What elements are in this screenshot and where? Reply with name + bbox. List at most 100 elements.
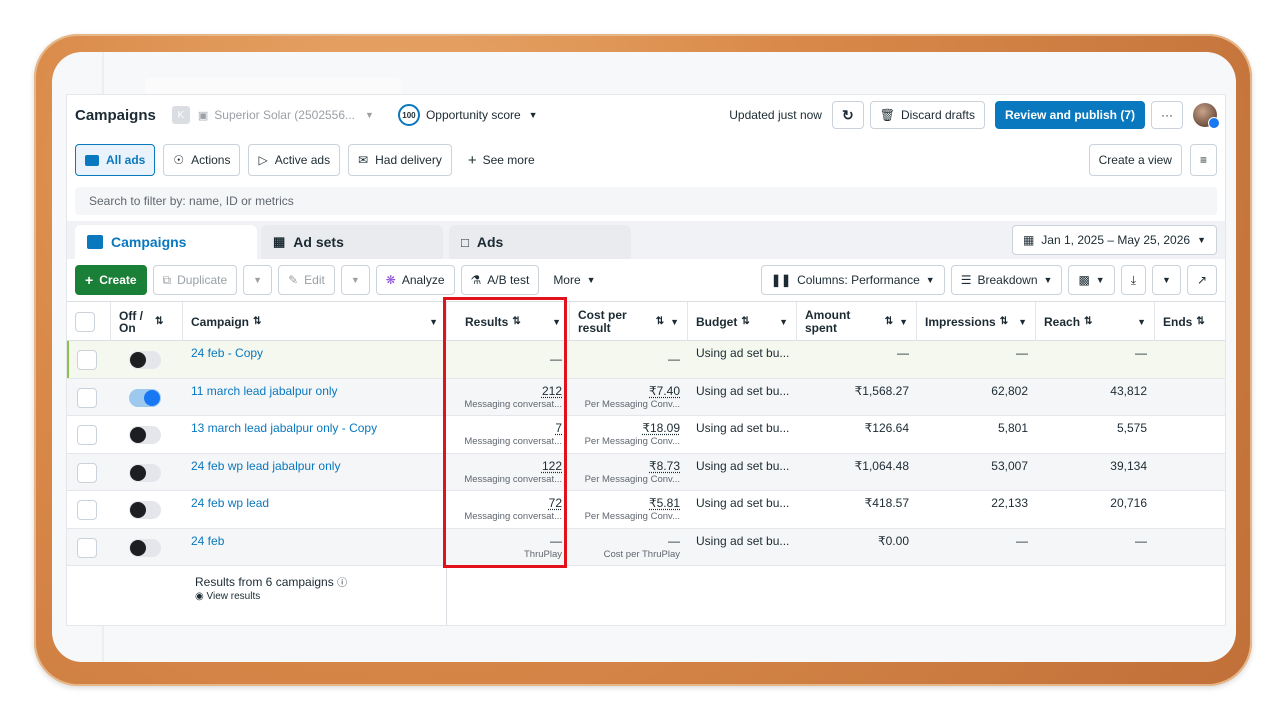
filter-settings-button[interactable]: ≡ [1189, 144, 1217, 176]
table-row[interactable]: 24 feb wp lead jabalpur only 122 Messaging… [67, 453, 1226, 491]
review-publish-button[interactable]: Review and publish (7) [994, 101, 1145, 129]
tab-campaigns[interactable]: Campaigns [75, 225, 257, 259]
export-dropdown[interactable]: ▼ [1152, 265, 1181, 295]
campaign-link[interactable]: 24 feb [191, 534, 439, 548]
spent-cell: ₹418.57 [797, 491, 917, 528]
filter-actions[interactable]: ☉ Actions [163, 144, 241, 176]
filter-all-ads-label: All ads [106, 153, 146, 167]
delivery-toggle[interactable] [129, 463, 161, 482]
filter-active-ads[interactable]: ▷ Active ads [248, 144, 341, 176]
search-input[interactable]: Search to filter by: name, ID or metrics [75, 187, 1217, 215]
row-checkbox[interactable] [77, 425, 97, 445]
results-summary: Results from 6 campaigns ⓘ [195, 574, 347, 589]
row-checkbox[interactable] [77, 500, 97, 520]
row-checkbox[interactable] [77, 350, 97, 370]
gauge-icon: ☉ [173, 153, 185, 167]
budget-value: Using ad set bu... [696, 421, 790, 435]
create-button[interactable]: + Create [75, 265, 147, 295]
export-button[interactable]: ⤓ [1120, 265, 1147, 295]
info-icon[interactable]: ⓘ [337, 578, 347, 589]
tab-ad-sets-label: Ad sets [293, 234, 344, 250]
impressions-cell: — [917, 529, 1036, 566]
avatar[interactable] [1193, 103, 1220, 129]
delivery-toggle[interactable] [129, 388, 161, 407]
more-button[interactable]: More ▼ [545, 264, 603, 296]
discard-drafts-button[interactable]: 🗑 Discard drafts [869, 101, 985, 129]
col-results[interactable]: Results ⇅ ▼ [447, 302, 570, 341]
duplicate-dropdown[interactable]: ▼ [243, 265, 273, 295]
table-row[interactable]: 24 feb wp lead 72 Messaging conversat... ₹5… [67, 491, 1225, 529]
spent-cell: ₹1,064.48 [797, 454, 917, 491]
reach-value: 43,812 [1110, 383, 1147, 398]
campaign-link[interactable]: 24 feb - Copy [191, 346, 439, 360]
col-reach[interactable]: Reach ⇅ ▼ [1036, 302, 1155, 341]
table-row[interactable]: 24 feb - Copy — — Using ad set bu... — — — Ongo… [67, 341, 1225, 379]
more-options-button[interactable]: ··· [1151, 101, 1183, 129]
campaign-link[interactable]: 11 march lead jabalpur only [191, 384, 439, 398]
chart-toggle-button[interactable]: ↗ [1186, 265, 1217, 295]
row-checkbox[interactable] [77, 462, 97, 483]
col-off-on[interactable]: Off / On ⇅ [111, 302, 183, 341]
ab-test-button[interactable]: ⚗ A/B test [460, 265, 540, 295]
eye-icon: ◉ [195, 591, 204, 602]
col-impressions[interactable]: Impressions ⇅ ▼ [917, 302, 1036, 341]
grid-icon: ▦ [273, 234, 286, 249]
col-cost-per-result[interactable]: Cost per result ⇅ ▼ [570, 302, 688, 341]
columns-button[interactable]: ❚❚ Columns: Performance ▼ [760, 265, 945, 295]
screen: Campaigns K ▣ Superior Solar (2502556...… [52, 52, 1236, 662]
reach-value: 5,575 [1116, 421, 1147, 435]
analyze-button[interactable]: ❋ Analyze [375, 265, 455, 295]
row-checkbox[interactable] [77, 537, 97, 558]
tab-ad-sets[interactable]: ▦ Ad sets [261, 225, 443, 259]
col-amount-spent[interactable]: Amount spent ⇅ ▼ [797, 302, 917, 341]
tab-ads[interactable]: □ Ads [449, 225, 631, 259]
reach-cell: 43,812 [1036, 379, 1155, 416]
view-results-link[interactable]: ◉ View results [195, 591, 260, 602]
ends-value: Ongoi [1225, 459, 1226, 473]
sort-icon: ⇅ [1196, 316, 1205, 327]
delivery-toggle[interactable] [129, 501, 161, 519]
header: Campaigns K ▣ Superior Solar (2502556...… [67, 95, 1225, 135]
campaign-link[interactable]: 24 feb wp lead jabalpur only [191, 459, 439, 473]
spent-value: ₹126.64 [864, 421, 909, 435]
refresh-button[interactable]: ↻ [831, 101, 864, 129]
breakdown-label: Breakdown [977, 273, 1038, 287]
col-ends[interactable]: Ends ⇅ [1155, 302, 1225, 341]
col-budget[interactable]: Budget ⇅ ▼ [688, 302, 797, 341]
reports-button[interactable]: ▩ ▼ [1068, 265, 1115, 295]
delivery-toggle[interactable] [129, 351, 161, 369]
create-view-button[interactable]: Create a view [1088, 144, 1182, 176]
select-all-checkbox[interactable] [75, 311, 95, 332]
filter-had-delivery[interactable]: ✉ Had delivery [348, 144, 452, 176]
budget-value: Using ad set bu... [696, 383, 790, 398]
sliders-icon: ≡ [1199, 153, 1207, 167]
delivery-toggle[interactable] [129, 426, 161, 444]
toggle-knob [130, 352, 146, 368]
reach-cell: 39,134 [1036, 454, 1155, 491]
duplicate-button[interactable]: ⧉ Duplicate [152, 265, 238, 295]
edit-dropdown[interactable]: ▼ [340, 265, 370, 295]
cost-per-result-value: ₹8.73 [649, 458, 680, 473]
account-selector[interactable]: K ▣ Superior Solar (2502556... ▼ [166, 101, 380, 129]
budget-cell: Using ad set bu... [688, 416, 797, 453]
row-checkbox[interactable] [77, 387, 97, 408]
impressions-value: 53,007 [991, 458, 1028, 473]
table-row[interactable]: 13 march lead jabalpur only - Copy 7 Messa… [67, 416, 1225, 454]
see-more-button[interactable]: + See more [460, 144, 543, 176]
score-ring: 100 [397, 104, 420, 126]
opportunity-score[interactable]: 100 Opportunity score ▼ [397, 104, 538, 126]
filter-all-ads[interactable]: All ads [75, 144, 156, 176]
breakdown-button[interactable]: ☰ Breakdown ▼ [950, 265, 1063, 295]
date-range-picker[interactable]: ▦ Jan 1, 2025 – May 25, 2026 ▼ [1011, 225, 1217, 255]
campaign-link[interactable]: 13 march lead jabalpur only - Copy [191, 421, 439, 435]
delivery-toggle[interactable] [129, 538, 161, 557]
table-row[interactable]: 24 feb — ThruPlay — Cost per ThruPlay Using a… [67, 528, 1225, 566]
col-campaign[interactable]: Campaign ⇅ ▼ [183, 302, 447, 341]
chevron-down-icon: ▼ [365, 110, 374, 120]
table-row[interactable]: 11 march lead jabalpur only 212 Messaging … [67, 378, 1225, 416]
edit-button[interactable]: ✎ Edit [278, 265, 335, 295]
results-value: — [550, 351, 562, 366]
campaign-link[interactable]: 24 feb wp lead [191, 496, 439, 510]
reach-value: 20,716 [1110, 496, 1147, 510]
toggle-knob [130, 427, 146, 443]
